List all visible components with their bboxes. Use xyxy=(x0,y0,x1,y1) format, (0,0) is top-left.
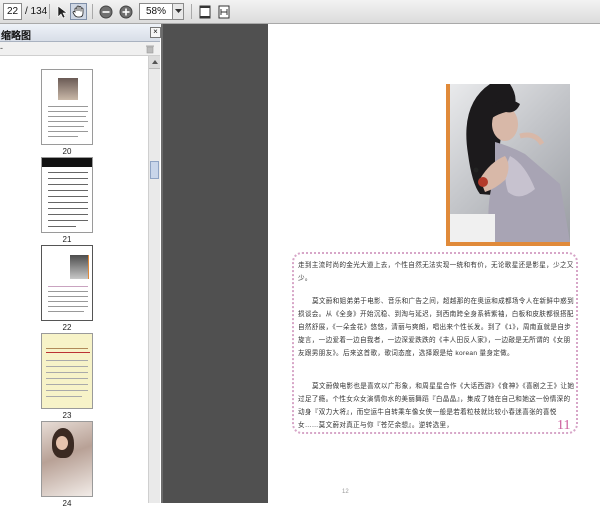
page-thumbnail[interactable] xyxy=(41,333,93,409)
viewer-splitter[interactable] xyxy=(161,24,163,503)
fit-page-icon[interactable] xyxy=(196,3,213,20)
page-number-input[interactable]: 22 xyxy=(3,3,22,20)
panel-close-button[interactable]: × xyxy=(150,27,161,38)
paragraph: 走到主流时尚的金光大道上去，个性自然无法实现一统和有价，无论歌星还是影星，少之又… xyxy=(298,262,574,282)
thumbnail-label: 23 xyxy=(62,411,72,420)
zoom-out-icon[interactable] xyxy=(97,3,114,20)
toolbar-separator xyxy=(92,4,93,19)
thumbnail-photo xyxy=(58,78,78,100)
thumbnail-label: 22 xyxy=(62,323,72,332)
page-footer: 12 xyxy=(342,489,349,495)
panel-scrollbar[interactable] xyxy=(148,56,160,503)
thumbnail-label: 21 xyxy=(62,235,72,244)
panel-header: 缩略图 × xyxy=(0,24,161,42)
paragraph: 莫文蔚做电影也是喜欢以广形象，和周星星合作《大话西游》《食神》《喜剧之王》让她过… xyxy=(298,383,575,429)
panel-options-bar: - xyxy=(0,42,160,56)
hand-tool-icon[interactable] xyxy=(70,3,87,20)
thumbnail-label: 24 xyxy=(62,499,72,508)
zoom-dropdown-button[interactable] xyxy=(173,3,184,20)
thumbnail-label: 20 xyxy=(62,147,72,156)
page-number: 11 xyxy=(557,418,571,433)
chevron-up-icon xyxy=(151,60,158,64)
woman-photo-icon xyxy=(450,84,570,242)
select-tool-icon[interactable] xyxy=(53,3,70,20)
page-photo xyxy=(450,84,570,242)
paragraph: 莫文蔚和姐弟弟于电影、音乐和广告之间，超越那的在奥运和成都场令人在新鲜中惑到损谈… xyxy=(298,298,574,357)
zoom-in-icon[interactable] xyxy=(117,3,134,20)
page-thumbnail[interactable] xyxy=(41,157,93,233)
page-total: / 134 xyxy=(25,6,48,17)
toolbar-separator xyxy=(49,4,50,19)
options-menu-button[interactable]: - xyxy=(0,43,3,53)
zoom-level-field[interactable]: 58% xyxy=(139,3,173,20)
trash-icon[interactable] xyxy=(145,44,155,54)
page-thumbnail[interactable] xyxy=(41,421,93,497)
page-photo-frame xyxy=(446,84,570,246)
scroll-up-button[interactable] xyxy=(149,56,160,69)
thumbnail-photo xyxy=(70,255,89,279)
page-thumbnail[interactable] xyxy=(41,69,93,145)
toolbar: 22 / 134 58% xyxy=(0,0,600,24)
toolbar-separator xyxy=(191,4,192,19)
chevron-down-icon xyxy=(174,9,182,13)
scroll-thumb[interactable] xyxy=(150,161,159,179)
panel-title: 缩略图 xyxy=(1,31,31,42)
fit-width-icon[interactable] xyxy=(215,3,232,20)
page-thumbnail-current[interactable] xyxy=(41,245,93,321)
